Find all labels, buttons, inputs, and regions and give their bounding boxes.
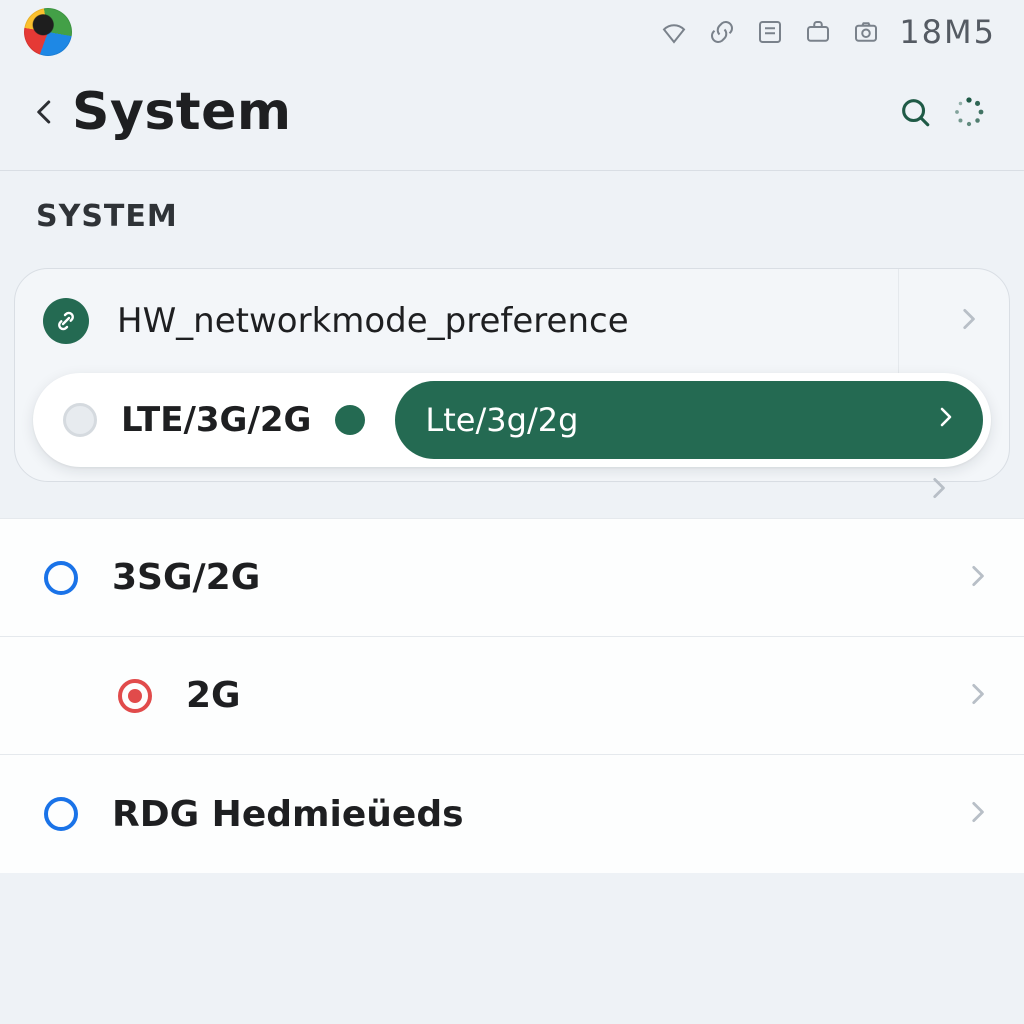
chevron-right-icon: [964, 797, 990, 831]
camera-icon: [851, 17, 881, 47]
status-bar: 18M5: [0, 0, 1024, 64]
section-system: SYSTEM HW_networkmode_preference LTE/3G/…: [0, 170, 1024, 873]
back-button[interactable]: [18, 85, 72, 139]
page-header: System: [0, 64, 1024, 170]
network-mode-selector[interactable]: LTE/3G/2G Lte/3g/2g: [33, 373, 991, 467]
pref-row-network-mode[interactable]: HW_networkmode_preference: [15, 269, 1009, 373]
section-label: SYSTEM: [0, 171, 1024, 268]
link-icon: [707, 17, 737, 47]
page-title: System: [72, 82, 292, 142]
divider-vertical: [898, 269, 899, 373]
pref-row-title: HW_networkmode_preference: [117, 301, 629, 341]
search-button[interactable]: [888, 85, 942, 139]
app-logo-icon: [24, 8, 72, 56]
option-label: RDG Hedmieüeds: [112, 794, 464, 835]
option-label: 2G: [186, 675, 241, 716]
chevron-right-icon: [955, 304, 981, 338]
chevron-right-icon: [964, 679, 990, 713]
network-mode-selected-label: Lte/3g/2g: [425, 401, 578, 439]
radio-unselected-icon: [63, 403, 97, 437]
status-clock: 18M5: [899, 13, 996, 51]
option-row[interactable]: 3SG/2G: [0, 519, 1024, 637]
chevron-right-icon: [964, 561, 990, 595]
network-mode-left-label: LTE/3G/2G: [121, 400, 311, 440]
loading-spinner-icon: [942, 85, 996, 139]
network-mode-selected-pill[interactable]: Lte/3g/2g: [395, 381, 983, 459]
wifi-icon: [659, 17, 689, 47]
link-round-icon: [43, 298, 89, 344]
network-mode-options: 3SG/2G 2G RDG Hedmieüeds: [0, 518, 1024, 873]
option-row[interactable]: 2G: [0, 637, 1024, 755]
selected-dot-icon: [335, 405, 365, 435]
briefcase-icon: [803, 17, 833, 47]
radio-ring-icon: [118, 679, 152, 713]
chevron-right-icon: [933, 401, 957, 439]
network-mode-group: HW_networkmode_preference LTE/3G/2G Lte/…: [14, 268, 1010, 482]
radio-ring-icon: [44, 561, 78, 595]
chevron-right-icon: [925, 473, 951, 507]
card-icon: [755, 17, 785, 47]
radio-ring-icon: [44, 797, 78, 831]
option-row[interactable]: RDG Hedmieüeds: [0, 755, 1024, 873]
option-label: 3SG/2G: [112, 557, 260, 598]
